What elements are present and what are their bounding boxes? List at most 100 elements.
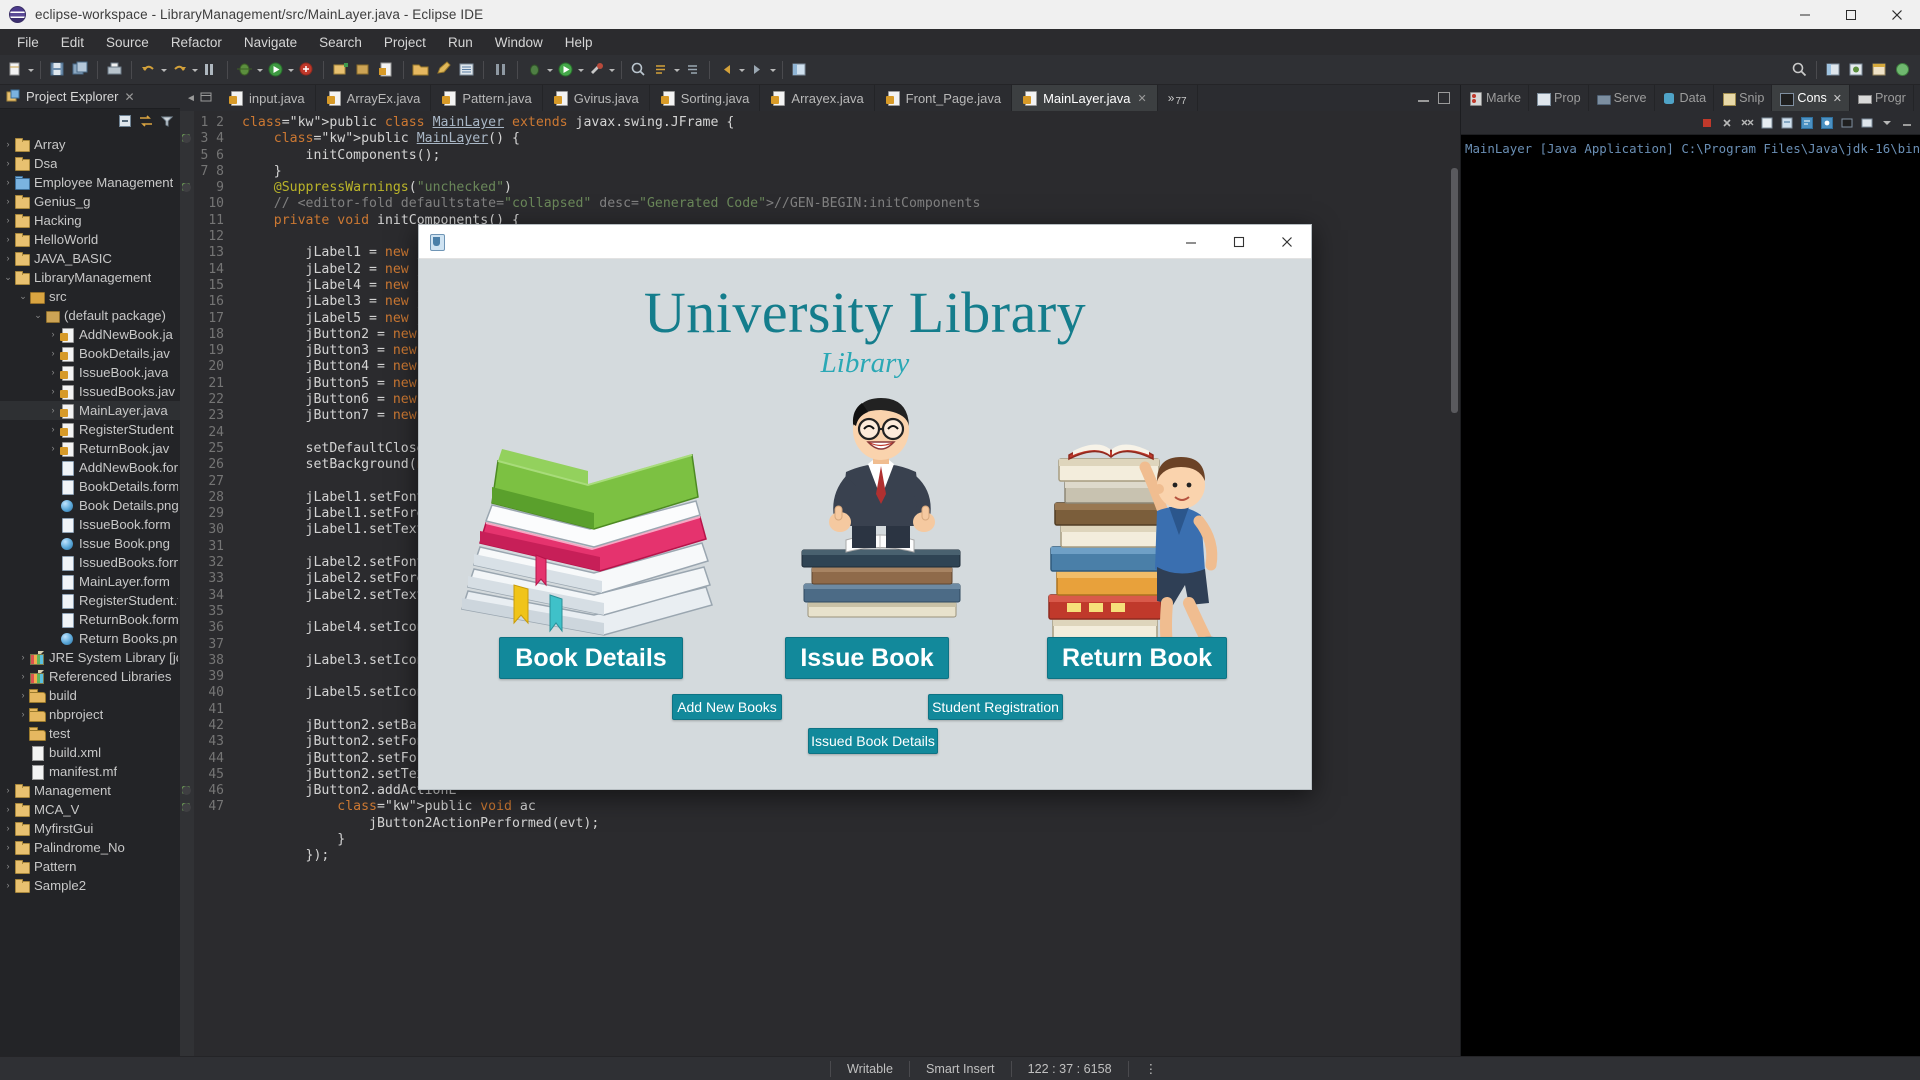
right-panel-tab[interactable]: Prop (1529, 85, 1589, 111)
tree-expand-arrow[interactable]: › (47, 382, 59, 401)
tree-expand-arrow[interactable]: › (2, 249, 14, 268)
tree-item[interactable]: › Book Details.png (0, 496, 180, 515)
quick-access-search-icon[interactable] (1790, 60, 1809, 79)
tree-item[interactable]: › IssuedBooks.form (0, 553, 180, 572)
tree-expand-arrow[interactable]: ⌄ (2, 268, 14, 287)
tree-item[interactable]: › Referenced Libraries (0, 667, 180, 686)
tree-item[interactable]: › Palindrome_No (0, 838, 180, 857)
editor-tab[interactable]: input.java (218, 85, 316, 111)
tree-expand-arrow[interactable]: › (2, 876, 14, 895)
tree-expand-arrow[interactable]: › (17, 686, 29, 705)
tree-item[interactable]: › AddNewBook.form (0, 458, 180, 477)
tree-expand-arrow[interactable]: › (2, 838, 14, 857)
folder-open-toolbar-icon[interactable] (411, 60, 430, 79)
bug-dropdown-icon[interactable] (546, 61, 554, 79)
tree-expand-arrow[interactable]: › (2, 230, 14, 249)
new-package-icon[interactable] (354, 60, 373, 79)
new-icon[interactable] (6, 60, 25, 79)
tree-item[interactable]: › BookDetails.form (0, 477, 180, 496)
tree-item[interactable]: › build (0, 686, 180, 705)
tree-item[interactable]: › JAVA_BASIC (0, 249, 180, 268)
menu-item-window[interactable]: Window (484, 32, 554, 53)
console-open-console-icon[interactable] (1860, 116, 1874, 130)
undo-icon[interactable] (139, 60, 158, 79)
console-panel-minimize-icon[interactable] (1900, 116, 1914, 130)
new-dropdown-icon[interactable] (27, 61, 35, 79)
console-display-selected-icon[interactable] (1840, 116, 1854, 130)
tree-item[interactable]: › BookDetails.jav (0, 344, 180, 363)
tree-expand-arrow[interactable]: › (2, 211, 14, 230)
console-pin-icon[interactable] (1820, 116, 1834, 130)
prev-annotation-icon[interactable] (683, 60, 702, 79)
right-panel-tab[interactable]: Data (1655, 85, 1715, 111)
editor-marker-column[interactable] (180, 111, 194, 1056)
tree-expand-arrow[interactable]: ⌄ (17, 287, 29, 306)
save-all-icon[interactable] (71, 60, 90, 79)
run-external-icon[interactable] (297, 60, 316, 79)
right-panel-tab[interactable]: Progr (1850, 85, 1914, 111)
run-dropdown-icon[interactable] (287, 61, 295, 79)
back-nav-icon[interactable] (717, 60, 736, 79)
open-perspective-icon[interactable] (790, 60, 809, 79)
console-view-menu-icon[interactable] (1880, 116, 1894, 130)
issued-book-details-button[interactable]: Issued Book Details (808, 728, 938, 754)
editor-maximize-icon[interactable] (1438, 92, 1450, 104)
tree-item[interactable]: › RegisterStudent (0, 420, 180, 439)
editor-tab[interactable]: Arrayex.java (760, 85, 875, 111)
tree-item[interactable]: › Issue Book.png (0, 534, 180, 553)
tree-expand-arrow[interactable]: › (17, 667, 29, 686)
editor-tab[interactable]: ArrayEx.java (316, 85, 432, 111)
tree-expand-arrow[interactable]: › (47, 401, 59, 420)
back-nav-dropdown-icon[interactable] (738, 61, 746, 79)
tree-item[interactable]: › ReturnBook.form (0, 610, 180, 629)
dialog-minimize-button[interactable] (1167, 225, 1215, 259)
console-remove-all-icon[interactable] (1740, 116, 1754, 130)
editor-scrollbar-thumb[interactable] (1451, 167, 1458, 414)
editor-tab[interactable]: Sorting.java (650, 85, 761, 111)
tree-item[interactable]: › MCA_V (0, 800, 180, 819)
tree-item[interactable]: › IssueBook.form (0, 515, 180, 534)
dialog-maximize-button[interactable] (1215, 225, 1263, 259)
redo-icon[interactable] (170, 60, 189, 79)
tree-expand-arrow[interactable]: › (2, 800, 14, 819)
run-green-toolbar-icon[interactable] (556, 60, 575, 79)
book-details-button[interactable]: Book Details (499, 637, 683, 679)
next-annotation-icon[interactable] (652, 60, 671, 79)
tree-expand-arrow[interactable]: › (2, 192, 14, 211)
tree-expand-arrow[interactable]: › (47, 325, 59, 344)
forward-nav-icon[interactable] (748, 60, 767, 79)
status-more-icon[interactable]: ⋮ (1127, 1060, 1174, 1077)
project-tree[interactable]: › Array › Dsa › Employee Management › Genius_g ›… (0, 133, 180, 1056)
right-panel-tab[interactable]: Snip (1714, 85, 1773, 111)
new-class-icon[interactable] (377, 60, 396, 79)
window-minimize-button[interactable] (1782, 0, 1828, 29)
editor-tab-close-icon[interactable]: ✕ (1138, 92, 1147, 105)
menu-item-source[interactable]: Source (95, 32, 160, 53)
tree-expand-arrow[interactable]: ⌄ (32, 306, 44, 325)
right-panel-tab[interactable]: Serve (1589, 85, 1655, 111)
external-tools-dropdown-icon[interactable] (608, 61, 616, 79)
tree-item[interactable]: › Sample2 (0, 876, 180, 895)
editor-tab-list-icon[interactable] (200, 90, 212, 106)
link-with-editor-icon[interactable] (139, 114, 153, 128)
right-panel-tab-close-icon[interactable]: ✕ (1833, 92, 1842, 105)
editor-tab[interactable]: Gvirus.java (543, 85, 650, 111)
project-explorer-close-icon[interactable]: ✕ (124, 90, 134, 104)
tree-expand-arrow[interactable]: › (2, 154, 14, 173)
console-word-wrap-icon[interactable] (1800, 116, 1814, 130)
tree-item[interactable]: › MainLayer.form (0, 572, 180, 591)
window-maximize-button[interactable] (1828, 0, 1874, 29)
pause-toolbar-icon[interactable] (491, 60, 510, 79)
perspective-web-icon[interactable] (1893, 60, 1912, 79)
menu-item-navigate[interactable]: Navigate (233, 32, 308, 53)
tree-item[interactable]: › test (0, 724, 180, 743)
debug-icon[interactable] (235, 60, 254, 79)
tree-expand-arrow[interactable]: › (47, 363, 59, 382)
tree-item[interactable]: › HelloWorld (0, 230, 180, 249)
tree-expand-arrow[interactable]: › (47, 420, 59, 439)
menu-item-help[interactable]: Help (554, 32, 604, 53)
bug-toolbar-icon[interactable] (525, 60, 544, 79)
debug-step-icon[interactable] (201, 60, 220, 79)
tree-expand-arrow[interactable]: › (47, 344, 59, 363)
tree-item[interactable]: ⌄ (default package) (0, 306, 180, 325)
